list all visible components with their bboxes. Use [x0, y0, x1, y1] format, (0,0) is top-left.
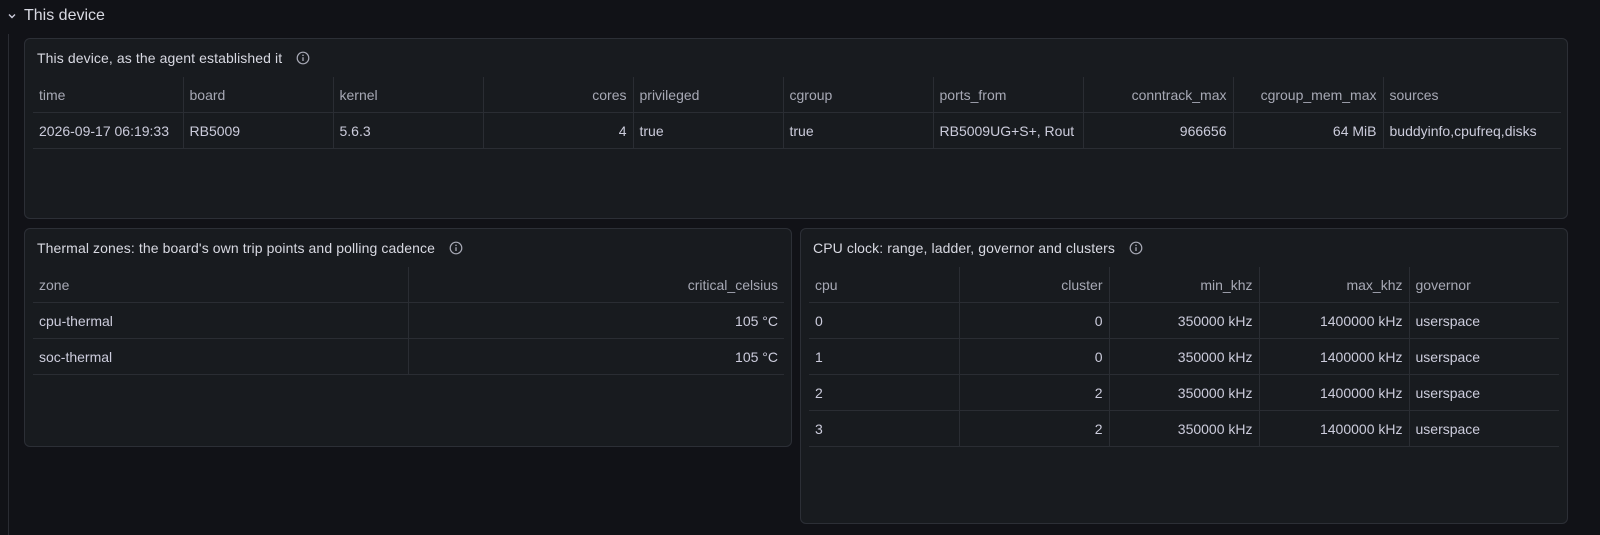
row-title: This device	[24, 7, 105, 24]
table-row: 3 2 350000 kHz 1400000 kHz userspace	[809, 410, 1559, 447]
thermal-table: zone critical_celsius cpu-thermal 105 °C…	[33, 267, 784, 375]
column-header-privileged[interactable]: privileged	[633, 77, 784, 113]
table-cell: 0	[809, 302, 960, 339]
cpu-table: cpu cluster min_khz max_khz governor 0 0…	[809, 267, 1559, 447]
column-header-max-khz[interactable]: max_khz	[1259, 267, 1410, 303]
table-cell: soc-thermal	[33, 338, 409, 375]
table-cell: 3	[809, 410, 960, 447]
table-row: 2026-09-17 06:19:33 RB5009 5.6.3 4 true …	[33, 112, 1561, 149]
table-cell: 105 °C	[408, 338, 784, 375]
panel-header: CPU clock: range, ladder, governor and c…	[801, 229, 1567, 267]
column-header-cluster[interactable]: cluster	[959, 267, 1110, 303]
column-header-sources[interactable]: sources	[1383, 77, 1561, 113]
column-header-min-khz[interactable]: min_khz	[1109, 267, 1260, 303]
column-header-ports-from[interactable]: ports_from	[933, 77, 1084, 113]
table-cell: cpu-thermal	[33, 302, 409, 339]
table-cell: 1400000 kHz	[1259, 374, 1410, 411]
table-row: 1 0 350000 kHz 1400000 kHz userspace	[809, 338, 1559, 375]
table-cell: RB5009	[183, 112, 334, 149]
chevron-down-icon[interactable]	[4, 8, 20, 24]
column-header-cgroup-mem-max[interactable]: cgroup_mem_max	[1233, 77, 1384, 113]
table-cell: true	[633, 112, 784, 149]
column-header-governor[interactable]: governor	[1409, 267, 1559, 303]
table-header-row: zone critical_celsius	[33, 267, 784, 303]
column-header-cpu[interactable]: cpu	[809, 267, 960, 303]
table-header-row: time board kernel cores privileged cgrou…	[33, 77, 1561, 113]
table-cell: 0	[959, 302, 1110, 339]
table-row: 2 2 350000 kHz 1400000 kHz userspace	[809, 374, 1559, 411]
column-header-cgroup[interactable]: cgroup	[783, 77, 934, 113]
column-header-cores[interactable]: cores	[483, 77, 634, 113]
table-cell: true	[783, 112, 934, 149]
info-icon[interactable]	[1129, 241, 1143, 255]
table-cell: 105 °C	[408, 302, 784, 339]
table-cell: userspace	[1409, 374, 1559, 411]
table-cell: 1400000 kHz	[1259, 302, 1410, 339]
table-cell: userspace	[1409, 338, 1559, 375]
panel-header: Thermal zones: the board's own trip poin…	[25, 229, 791, 267]
table-cell: 966656	[1083, 112, 1234, 149]
table-cell: RB5009UG+S+, Rout	[933, 112, 1084, 149]
table-cell: 1	[809, 338, 960, 375]
panel-title: This device, as the agent established it	[37, 50, 283, 66]
table-row: cpu-thermal 105 °C	[33, 302, 784, 339]
table-cell: 1400000 kHz	[1259, 410, 1410, 447]
table-cell: userspace	[1409, 302, 1559, 339]
row-guide-line	[8, 34, 9, 535]
panel-header: This device, as the agent established it	[25, 39, 1567, 77]
table-cell: 350000 kHz	[1109, 410, 1260, 447]
table-cell: 350000 kHz	[1109, 302, 1260, 339]
cpu-clock-panel: CPU clock: range, ladder, governor and c…	[800, 228, 1568, 524]
table-cell: buddyinfo,cpufreq,disks	[1383, 112, 1561, 149]
table-cell: 0	[959, 338, 1110, 375]
table-cell: 1400000 kHz	[1259, 338, 1410, 375]
panel-title: Thermal zones: the board's own trip poin…	[37, 240, 435, 256]
info-icon[interactable]	[296, 51, 310, 65]
table-row: soc-thermal 105 °C	[33, 338, 784, 375]
table-cell: 2	[959, 410, 1110, 447]
table-cell: 64 MiB	[1233, 112, 1384, 149]
info-icon[interactable]	[449, 241, 463, 255]
table-cell: 2026-09-17 06:19:33	[33, 112, 184, 149]
table-row: 0 0 350000 kHz 1400000 kHz userspace	[809, 302, 1559, 339]
table-cell: 5.6.3	[333, 112, 484, 149]
column-header-time[interactable]: time	[33, 77, 184, 113]
table-cell: 4	[483, 112, 634, 149]
table-cell: 350000 kHz	[1109, 338, 1260, 375]
table-cell: userspace	[1409, 410, 1559, 447]
row-header-this-device[interactable]: This device	[0, 0, 105, 32]
panel-title: CPU clock: range, ladder, governor and c…	[813, 240, 1115, 256]
thermal-panel: Thermal zones: the board's own trip poin…	[24, 228, 792, 447]
column-header-conntrack-max[interactable]: conntrack_max	[1083, 77, 1234, 113]
table-cell: 2	[809, 374, 960, 411]
table-cell: 2	[959, 374, 1110, 411]
device-panel: This device, as the agent established it…	[24, 38, 1568, 219]
column-header-board[interactable]: board	[183, 77, 334, 113]
column-header-kernel[interactable]: kernel	[333, 77, 484, 113]
table-cell: 350000 kHz	[1109, 374, 1260, 411]
column-header-zone[interactable]: zone	[33, 267, 409, 303]
device-table: time board kernel cores privileged cgrou…	[33, 77, 1561, 149]
table-header-row: cpu cluster min_khz max_khz governor	[809, 267, 1559, 303]
column-header-critical-celsius[interactable]: critical_celsius	[408, 267, 784, 303]
